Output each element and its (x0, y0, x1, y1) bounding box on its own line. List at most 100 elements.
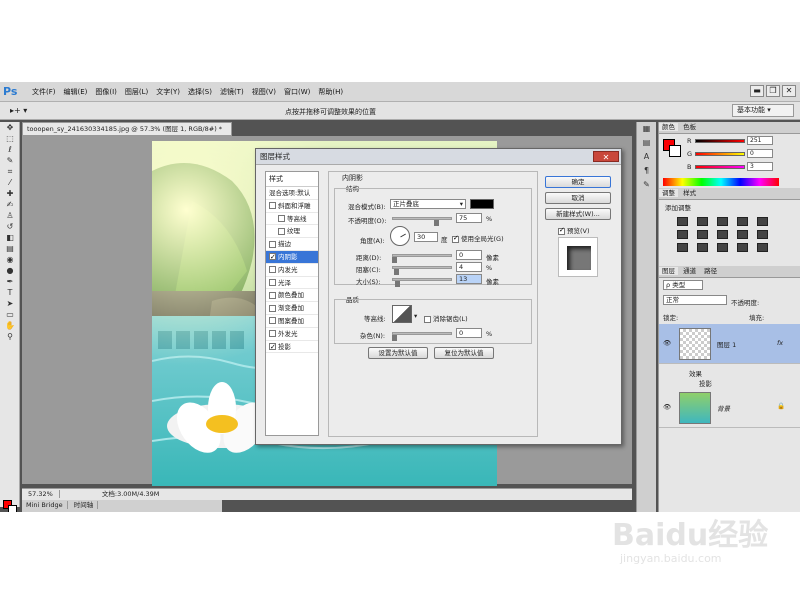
style-inner-glow[interactable]: 内发光 (266, 264, 318, 277)
dialog-close-button[interactable]: ✕ (593, 151, 619, 162)
style-checkbox[interactable] (269, 266, 276, 274)
size-slider-handle[interactable] (395, 281, 400, 287)
opacity-slider[interactable] (392, 217, 452, 220)
quick-select-icon[interactable]: ✎ (0, 155, 20, 166)
move-tool-icon[interactable]: ▸+ ▾ (10, 106, 27, 115)
checkbox[interactable] (452, 234, 459, 243)
move-icon[interactable]: ✥ (0, 122, 20, 133)
angle-input[interactable]: 30 (414, 232, 438, 242)
size-slider[interactable] (392, 278, 452, 281)
brush-preset-icon[interactable]: ✎ (637, 178, 656, 192)
healing-icon[interactable]: ✚ (0, 188, 20, 199)
hand-icon[interactable]: ✋ (0, 320, 20, 331)
style-checkbox[interactable] (269, 240, 276, 248)
menu-help[interactable]: 帮助(H) (314, 87, 347, 97)
opacity-input[interactable]: 75 (456, 213, 482, 223)
style-gradient-overlay[interactable]: 渐变叠加 (266, 302, 318, 315)
distance-slider[interactable] (392, 254, 452, 257)
menu-window[interactable]: 窗口(W) (280, 87, 314, 97)
effects-label[interactable]: 效果 (689, 368, 702, 378)
zoom-icon[interactable]: ⚲ (0, 331, 20, 342)
blur-icon[interactable]: ◉ (0, 254, 20, 265)
levels-icon[interactable] (697, 217, 708, 226)
choke-slider[interactable] (392, 266, 452, 269)
style-checkbox[interactable] (278, 215, 285, 223)
color-ramp[interactable] (663, 178, 779, 186)
history-brush-icon[interactable]: ↺ (0, 221, 20, 232)
menu-view[interactable]: 视图(V) (248, 87, 280, 97)
style-contour[interactable]: 等高线 (266, 213, 318, 226)
invert-icon[interactable] (677, 243, 688, 252)
style-checkbox[interactable] (269, 291, 276, 299)
blend-mode-dropdown[interactable]: 正片叠底 ▾ (390, 199, 466, 209)
b-slider[interactable] (695, 165, 745, 169)
choke-slider-handle[interactable] (394, 269, 399, 275)
paragraph-icon[interactable]: ¶ (637, 164, 656, 178)
checkbox[interactable] (424, 315, 431, 323)
g-slider[interactable] (695, 152, 745, 156)
tab-paths[interactable]: 路径 (701, 267, 720, 275)
type-icon[interactable]: T (0, 287, 20, 298)
hue-icon[interactable] (677, 230, 688, 239)
style-blending-options[interactable]: 混合选项:默认 (266, 187, 318, 200)
cancel-button[interactable]: 取消 (545, 192, 611, 204)
history-icon[interactable]: ▦ (637, 122, 656, 136)
dodge-icon[interactable]: ● (0, 265, 20, 276)
character-icon[interactable]: A (637, 150, 656, 164)
tab-mini-bridge[interactable]: Mini Bridge (22, 501, 68, 509)
channel-mixer-icon[interactable] (757, 230, 768, 239)
style-checkbox[interactable] (278, 227, 285, 235)
color-bg-swatch[interactable] (669, 145, 681, 157)
tab-styles[interactable]: 样式 (680, 189, 699, 197)
style-checkbox[interactable] (269, 251, 276, 263)
style-stroke[interactable]: 描边 (266, 238, 318, 251)
checkbox[interactable] (558, 226, 565, 235)
new-style-button[interactable]: 新建样式(W)... (545, 208, 611, 220)
background-color[interactable] (8, 505, 17, 512)
set-default-button[interactable]: 设置为默认值 (368, 347, 428, 359)
visibility-eye-icon[interactable]: 👁 (663, 403, 671, 411)
distance-slider-handle[interactable] (392, 257, 397, 263)
r-value[interactable]: 251 (747, 136, 773, 145)
angle-dial[interactable] (390, 226, 410, 246)
preview-checkbox[interactable]: 预览(V) (558, 225, 590, 235)
dialog-titlebar[interactable]: 图层样式 ✕ (256, 149, 621, 165)
style-checkbox[interactable] (269, 279, 276, 287)
crop-icon[interactable]: ⌗ (0, 166, 20, 177)
tab-layers[interactable]: 图层 (659, 267, 678, 275)
style-satin[interactable]: 光泽 (266, 277, 318, 290)
blend-mode-select[interactable]: 正常 (663, 295, 727, 305)
close-button[interactable]: ✕ (782, 85, 796, 97)
anti-alias-checkbox[interactable]: 消除锯齿(L) (424, 313, 468, 323)
style-checkbox[interactable] (269, 341, 276, 353)
drop-shadow-effect[interactable]: 投影 (699, 378, 712, 388)
lasso-icon[interactable]: ℓ (0, 144, 20, 155)
tab-adjustments[interactable]: 调整 (659, 189, 678, 197)
menu-type[interactable]: 文字(Y) (152, 87, 184, 97)
r-slider[interactable] (695, 139, 745, 143)
zoom-level[interactable]: 57.32% (22, 490, 60, 498)
choke-input[interactable]: 4 (456, 262, 482, 272)
style-texture[interactable]: 纹理 (266, 225, 318, 239)
style-checkbox[interactable] (269, 330, 276, 338)
menu-image[interactable]: 图像(I) (91, 87, 121, 97)
stamp-icon[interactable]: ♙ (0, 210, 20, 221)
distance-input[interactable]: 0 (456, 250, 482, 260)
path-select-icon[interactable]: ➤ (0, 298, 20, 309)
layer-row-layer1[interactable]: 👁 图层 1 fx (659, 324, 800, 364)
minimize-button[interactable]: ▬ (750, 85, 764, 97)
gradient-map-icon[interactable] (737, 243, 748, 252)
size-input[interactable]: 13 (456, 274, 482, 284)
style-inner-shadow[interactable]: 内阴影 (266, 250, 318, 264)
vibrance-icon[interactable] (757, 217, 768, 226)
layer-row-background[interactable]: 👁 背景 🔒 (659, 388, 800, 428)
tab-channels[interactable]: 通道 (680, 267, 699, 275)
brightness-icon[interactable] (677, 217, 688, 226)
marquee-icon[interactable]: ⬚ (0, 133, 20, 144)
posterize-icon[interactable] (697, 243, 708, 252)
tab-swatches[interactable]: 色板 (680, 123, 699, 131)
style-checkbox[interactable] (269, 202, 276, 210)
style-color-overlay[interactable]: 颜色叠加 (266, 289, 318, 303)
workspace-select[interactable]: 基本功能 ▾ (732, 104, 794, 117)
global-light-checkbox[interactable]: 使用全局光(G) (452, 233, 504, 243)
